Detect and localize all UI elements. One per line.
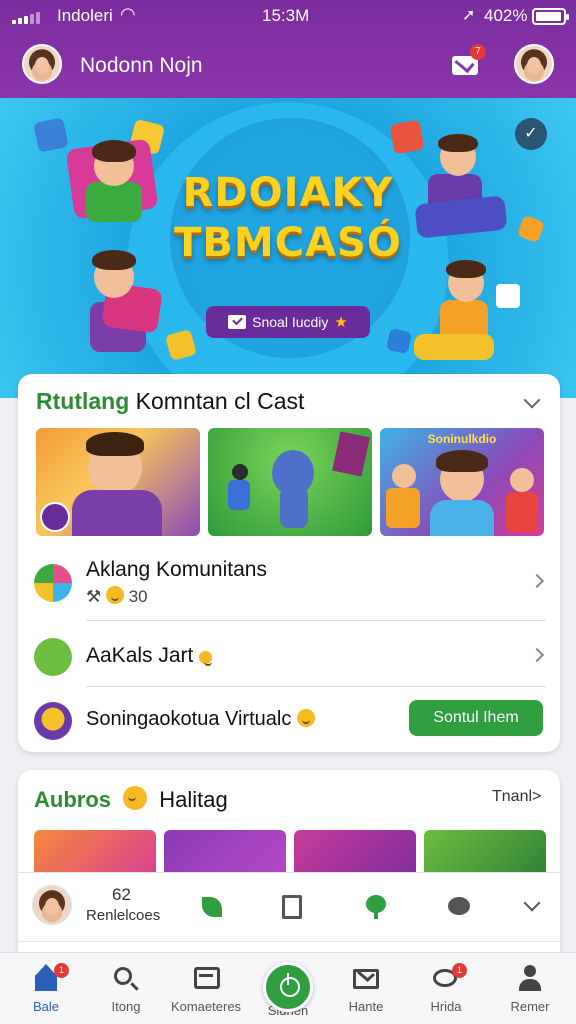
list-item-meta: ⚒ 30	[86, 586, 148, 606]
top-bar: Indoleri ◠ 15:3M ➚ 402% Nodonn Nojn 7	[0, 0, 576, 98]
chevron-right-icon	[529, 647, 545, 663]
list-item-label: Soningaokotua Virtualc	[86, 708, 315, 731]
hero-banner[interactable]: RDOIAKY TBMCASÓ Snoal Iucdiy ★ ✓	[0, 98, 576, 398]
wifi-icon: ◠	[120, 4, 136, 24]
reaction-label: Renlelcoes	[86, 907, 161, 924]
signal-icon	[12, 12, 40, 24]
video-thumbnail[interactable]: Soninulkdio	[380, 428, 544, 536]
emoji-icon	[199, 651, 213, 666]
board-icon	[192, 965, 220, 993]
video-thumbnail[interactable]	[36, 428, 200, 536]
leaf-icon[interactable]	[198, 893, 226, 921]
hero-title-line2: TBMCASÓ	[174, 220, 402, 266]
chevron-down-icon[interactable]	[518, 893, 546, 921]
location-arrow-icon: ➚	[462, 7, 476, 24]
list-item[interactable]: Aklang Komunitans ⚒ 30	[18, 550, 560, 614]
carrier-name: Indoleri	[57, 6, 113, 25]
divider	[86, 620, 546, 621]
nav-home-badge: 1	[54, 963, 69, 978]
emoji-icon	[296, 709, 315, 727]
thumbnail-caption: Soninulkdio	[427, 432, 497, 446]
nav-home[interactable]: 1 Bale	[6, 963, 86, 1023]
status-bar: Indoleri ◠ 15:3M ➚ 402%	[0, 0, 576, 34]
emoji-icon	[123, 786, 148, 810]
character-illustration	[414, 256, 524, 366]
chevron-down-icon[interactable]	[523, 391, 541, 409]
reaction-count: 62	[112, 885, 131, 904]
floating-cube	[516, 214, 546, 244]
nav-label: Hrida	[430, 999, 462, 1014]
tree-icon[interactable]	[362, 893, 390, 921]
user-avatar[interactable]	[32, 885, 72, 925]
badge-icon	[34, 702, 72, 740]
status-time: 15:3M	[262, 6, 310, 25]
profile-avatar[interactable]	[22, 44, 62, 84]
community-icon	[34, 564, 72, 602]
nav-label: Hante	[348, 999, 384, 1014]
community-card: Rtutlang Komntan cl Cast Soninulkdio Akl…	[18, 374, 560, 752]
messages-badge: 7	[470, 44, 486, 60]
reaction-bar: 62 Renlelcoes	[18, 872, 560, 942]
book-icon[interactable]	[278, 893, 306, 921]
divider	[86, 686, 546, 687]
hero-title: RDOIAKY TBMCASÓ	[150, 168, 426, 268]
nav-label: Bale	[32, 999, 60, 1014]
battery-icon	[532, 8, 569, 25]
list-item-label: Aklang Komunitans	[86, 558, 267, 581]
floating-cube	[385, 327, 413, 355]
smiley-icon	[34, 638, 72, 676]
see-more-link[interactable]: Tnanl>	[492, 788, 541, 806]
nav-label: Remer	[510, 999, 550, 1014]
hero-action-button[interactable]: Snoal Iucdiy ★	[206, 306, 370, 338]
tools-icon: ⚒	[86, 587, 102, 606]
community-card-title: Rtutlang Komntan cl Cast	[36, 388, 305, 414]
nav-profile[interactable]: Remer	[490, 963, 570, 1023]
mail-icon	[352, 965, 380, 993]
thumbnail-row: Soninulkdio	[36, 428, 544, 536]
nav-communities[interactable]: Komaeteres	[166, 963, 246, 1023]
video-thumbnail[interactable]	[208, 428, 372, 536]
nav-chat[interactable]: 1 Hrida	[406, 963, 486, 1023]
floating-cube	[33, 117, 69, 153]
emoji-icon	[105, 586, 124, 604]
nav-label: Itong	[111, 999, 141, 1014]
check-icon[interactable]: ✓	[515, 118, 547, 150]
messages-button[interactable]: 7	[452, 44, 486, 76]
hero-action-label: Snoal Iucdiy	[252, 314, 329, 330]
page-title: Nodonn Nojn	[80, 54, 203, 77]
create-button[interactable]	[263, 962, 313, 1012]
follow-button[interactable]: Sontul Ihem	[409, 700, 543, 736]
battery-percent: 402%	[484, 6, 528, 25]
comment-icon[interactable]	[446, 893, 474, 921]
topics-card-title: Aubros Halitag	[34, 786, 228, 812]
ticket-icon	[228, 315, 247, 329]
hero-title-line1: RDOIAKY	[182, 170, 394, 216]
chevron-right-icon	[529, 573, 545, 589]
search-icon	[112, 965, 140, 993]
list-item-label: AaKals Jart	[86, 644, 213, 668]
nav-chat-badge: 1	[452, 963, 467, 978]
list-item[interactable]: AaKals Jart	[18, 624, 560, 688]
star-icon: ★	[334, 314, 348, 331]
nav-label: Komaeteres	[170, 999, 242, 1014]
list-item[interactable]: Soningaokotua Virtualc Sontul Ihem	[18, 688, 560, 752]
person-icon	[516, 965, 544, 993]
nav-search[interactable]: Itong	[86, 963, 166, 1023]
account-avatar[interactable]	[514, 44, 554, 84]
nav-mail[interactable]: Hante	[326, 963, 406, 1023]
